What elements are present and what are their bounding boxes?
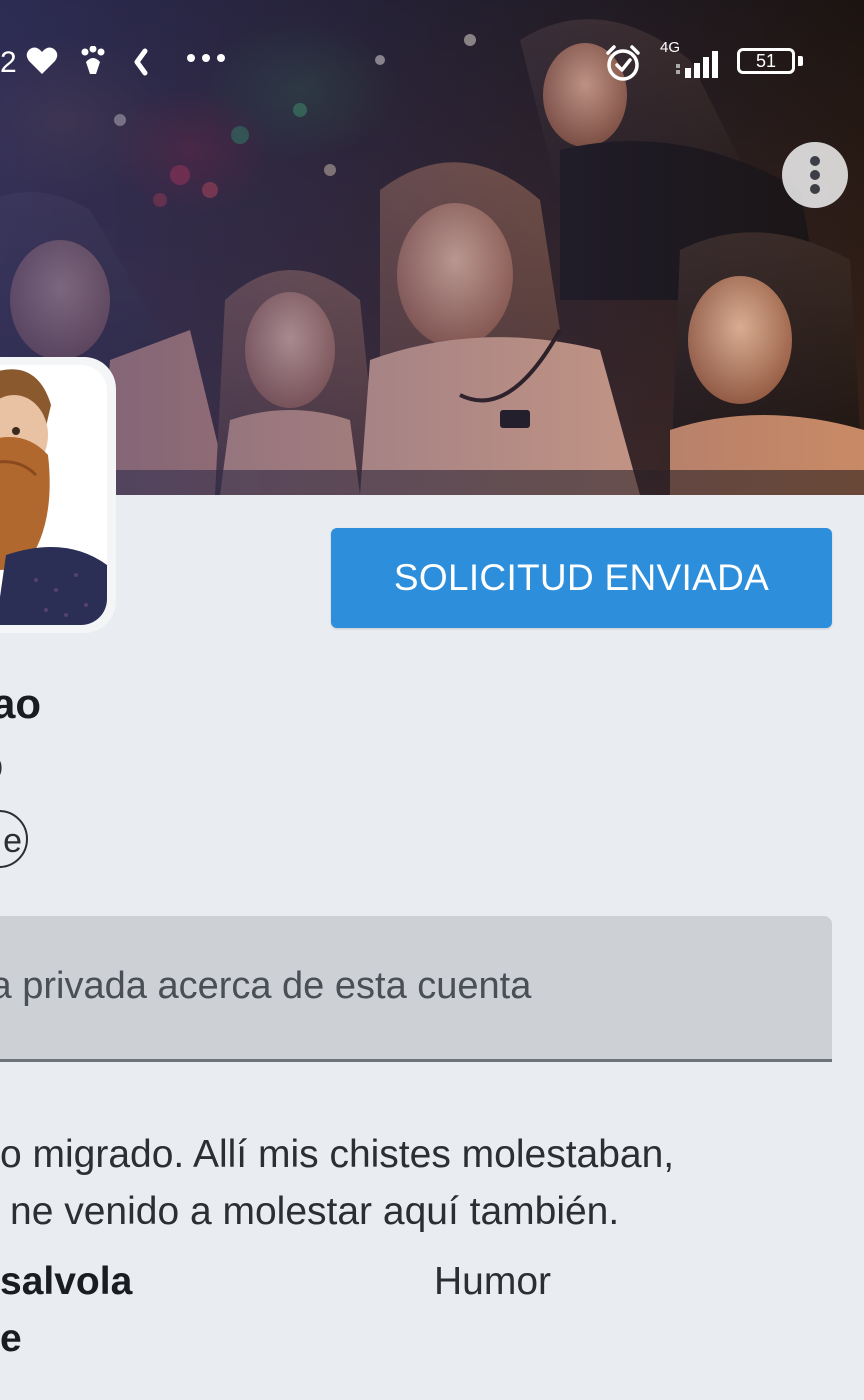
status-bar: 2 4G 51 bbox=[0, 30, 864, 96]
signal-icon bbox=[676, 50, 724, 83]
more-horizontal-icon bbox=[186, 36, 226, 70]
alarm-clock-icon bbox=[604, 44, 642, 87]
follows-you-badge: e bbox=[0, 810, 28, 868]
bio-line: ne venido a molestar aquí también. bbox=[10, 1190, 620, 1233]
meta-field: salvola bbox=[0, 1260, 133, 1303]
more-vertical-icon bbox=[810, 156, 820, 194]
paw-icon bbox=[80, 45, 106, 81]
avatar[interactable] bbox=[0, 357, 116, 633]
meta-category: Humor bbox=[434, 1260, 552, 1303]
private-note-field[interactable]: ta privada acerca de esta cuenta bbox=[0, 916, 832, 1062]
display-name: ao bbox=[0, 680, 42, 727]
avatar-image bbox=[0, 365, 107, 625]
battery-level: 51 bbox=[755, 51, 777, 71]
battery-tip bbox=[798, 56, 803, 66]
chevron-left-icon bbox=[132, 48, 150, 81]
username: o bbox=[0, 742, 3, 790]
heart-icon bbox=[26, 46, 58, 81]
battery-icon: 51 bbox=[737, 48, 795, 74]
more-options-button[interactable] bbox=[782, 142, 848, 208]
request-sent-button[interactable]: SOLICITUD ENVIADA bbox=[331, 528, 832, 628]
notification-count: 2 bbox=[0, 46, 17, 79]
profile-page: 2 4G 51 SOLICITUD ENVIADA ao e ta privad… bbox=[0, 0, 864, 1400]
meta-field: e bbox=[0, 1317, 22, 1360]
private-note-placeholder: ta privada acerca de esta cuenta bbox=[0, 965, 532, 1007]
bio-line: o migrado. Allí mis chistes molestaban, bbox=[0, 1133, 675, 1176]
